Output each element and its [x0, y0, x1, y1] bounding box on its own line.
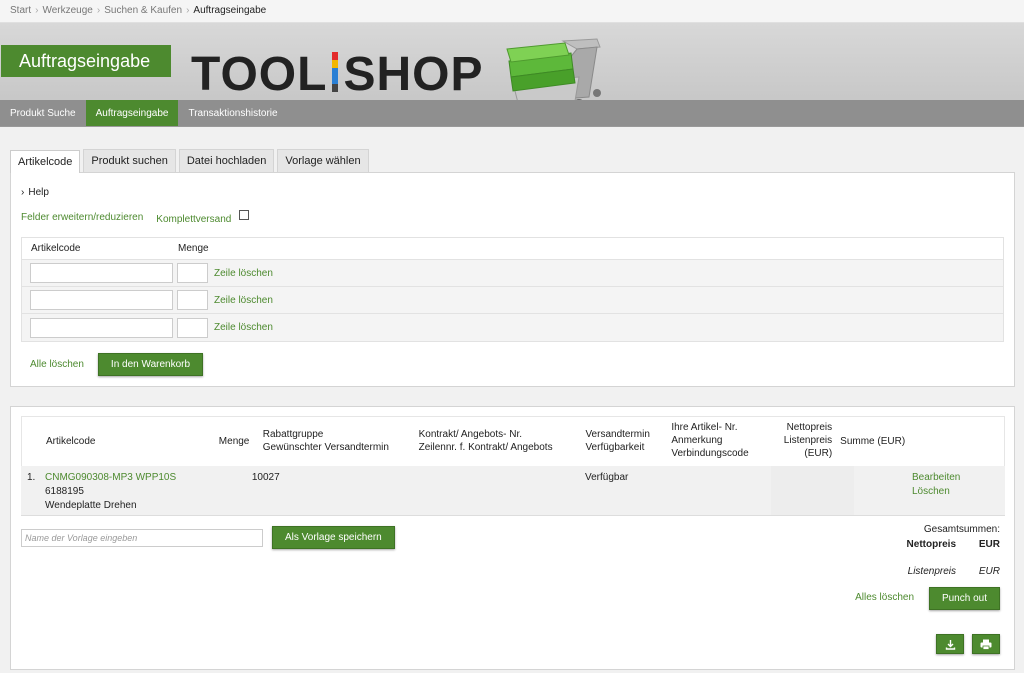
logo-text-left: TOOL [191, 48, 328, 101]
article-link[interactable]: CNMG090308-MP3 WPP10S [45, 472, 176, 483]
col-header-artikelcode: Artikelcode [31, 243, 81, 254]
totals-title: Gesamtsummen: [923, 524, 1000, 535]
quantity-input[interactable] [177, 263, 208, 283]
help-label: Help [28, 187, 49, 198]
main-content: Artikelcode Produkt suchen Datei hochlad… [0, 127, 1024, 670]
col-header-listenpreis: Listenpreis [783, 435, 833, 446]
cart-table-header: Artikelcode Menge Rabattgruppe Gewünschte… [21, 416, 1005, 466]
clear-all-link[interactable]: Alle löschen [30, 359, 84, 370]
logo-color-bar [332, 52, 339, 92]
quantity-input[interactable] [177, 317, 208, 338]
entry-actions: Alle löschen In den Warenkorb [21, 353, 1004, 376]
breadcrumb-item-start[interactable]: Start [10, 5, 31, 16]
totals-net: Nettopreis EUR [907, 539, 1000, 550]
logo-text-right: SHOP [343, 48, 484, 101]
breadcrumb-current: Auftragseingabe [193, 5, 267, 16]
chevron-right-icon: › [21, 187, 25, 198]
complete-shipping-option: Komplettversand [156, 210, 250, 225]
col-header-summe: Summe (EUR) [840, 436, 906, 447]
totals-net-label: Nettopreis [906, 539, 956, 550]
delete-row-link[interactable]: Zeile löschen [214, 268, 273, 279]
article-description: Wendeplatte Drehen [45, 500, 137, 511]
tab-datei-hochladen[interactable]: Datei hochladen [178, 149, 275, 172]
col-header-anmerkung: Anmerkung [671, 435, 723, 446]
edit-link[interactable]: Bearbeiten [912, 472, 960, 483]
col-header-kontrakt: Kontrakt/ Angebots- Nr. [418, 429, 522, 440]
template-name-input[interactable]: Name der Vorlage eingeben [21, 528, 263, 547]
breadcrumb-separator: › [186, 5, 190, 16]
tab-produkt-suchen[interactable]: Produkt suchen [83, 149, 176, 172]
help-toggle[interactable]: › Help [21, 187, 1004, 198]
entry-tabs: Artikelcode Produkt suchen Datei hochlad… [10, 149, 1015, 173]
col-header-menge: Menge [178, 243, 209, 254]
totals-net-currency: EUR [978, 539, 1000, 550]
grid-row: Zeile löschen [22, 287, 1003, 314]
col-header-eur: (EUR) [804, 448, 833, 459]
page-title: Auftragseingabe [1, 45, 171, 77]
breadcrumb-item-werkzeuge[interactable]: Werkzeuge [42, 5, 92, 16]
delete-row-link[interactable]: Zeile löschen [214, 322, 273, 333]
tab-vorlage-waehlen[interactable]: Vorlage wählen [277, 149, 369, 172]
col-header-verbindungscode: Verbindungscode [671, 448, 749, 459]
article-code-grid: Artikelcode Menge Zeile löschen Zeile lö… [21, 237, 1004, 342]
punch-out-button[interactable]: Punch out [928, 587, 1000, 610]
nav-transaktionshistorie[interactable]: Transaktionshistorie [178, 100, 287, 126]
tab-artikelcode[interactable]: Artikelcode [10, 150, 81, 173]
breadcrumb-item-suchen[interactable]: Suchen & Kaufen [104, 5, 182, 16]
expand-fields-link[interactable]: Felder erweitern/reduzieren [21, 212, 143, 223]
nav-produkt-suche[interactable]: Produkt Suche [0, 100, 86, 126]
tool-shop-logo: TOOL SHOP [191, 51, 483, 99]
totals-list-label: Listenpreis [907, 566, 956, 577]
row-index: 1. [27, 472, 36, 483]
breadcrumb-separator: › [35, 5, 39, 16]
article-code-input[interactable] [30, 317, 173, 338]
col-header-nettopreis: Nettopreis [786, 422, 833, 433]
cart-row: 1. CNMG090308-MP3 WPP10S 6188195 Wendeplat… [21, 466, 1005, 516]
download-icon [945, 639, 955, 650]
article-entry-panel: › Help Felder erweitern/reduzieren Komple… [10, 172, 1015, 387]
template-save-row: Name der Vorlage eingeben Als Vorlage sp… [21, 526, 1005, 549]
col-header-zeilennr: Zeilennr. f. Kontrakt/ Angebots [418, 442, 553, 453]
breadcrumb: Start › Werkzeuge › Suchen & Kaufen › Auftrags… [0, 0, 1024, 23]
article-code-input[interactable] [30, 290, 173, 310]
row-rabattgruppe: 027 [263, 472, 280, 483]
print-button[interactable] [972, 634, 1000, 654]
breadcrumb-separator: › [96, 5, 101, 16]
totals-list: Listenpreis EUR [908, 566, 1000, 577]
row-availability: Verfügbar [585, 472, 629, 483]
col-header-ihre-artikelnr: Ihre Artikel- Nr. [671, 422, 738, 433]
delete-row-link[interactable]: Zeile löschen [214, 295, 273, 306]
col-header-versandtermin-wunsch: Gewünschter Versandtermin [262, 442, 389, 453]
print-icon [980, 639, 992, 650]
article-code-input[interactable] [30, 263, 173, 283]
article-number: 6188195 [45, 486, 84, 497]
col-header-verfuegbarkeit: Verfügbarkeit [585, 442, 645, 453]
grid-row: Zeile löschen [22, 314, 1003, 341]
complete-shipping-checkbox[interactable] [239, 210, 250, 220]
col-header-menge: Menge [218, 436, 250, 447]
totals-list-currency: EUR [978, 566, 1000, 577]
col-header-versandtermin: Versandtermin [585, 429, 650, 440]
header-banner: Auftragseingabe TOOL SHOP Produkt Suche A… [0, 23, 1024, 127]
grid-header: Artikelcode Menge [22, 238, 1003, 260]
col-header-rabattgruppe: Rabattgruppe [262, 429, 324, 440]
nav-auftragseingabe[interactable]: Auftragseingabe [85, 100, 179, 126]
complete-shipping-label: Komplettversand [156, 214, 232, 225]
save-template-button[interactable]: Als Vorlage speichern [272, 526, 395, 549]
entry-options: Felder erweitern/reduzieren Komplettvers… [21, 210, 1004, 225]
col-header-artikelcode: Artikelcode [46, 436, 96, 447]
cart-panel: Artikelcode Menge Rabattgruppe Gewünschte… [10, 406, 1015, 670]
quantity-input[interactable] [177, 290, 208, 310]
main-nav: Produkt Suche Auftragseingabe Transaktio… [0, 100, 288, 126]
grid-row: Zeile löschen [22, 260, 1003, 287]
download-button[interactable] [936, 634, 964, 654]
delete-all-link[interactable]: Alles löschen [855, 592, 914, 603]
delete-link[interactable]: Löschen [912, 486, 950, 497]
add-to-cart-button[interactable]: In den Warenkorb [97, 353, 204, 376]
